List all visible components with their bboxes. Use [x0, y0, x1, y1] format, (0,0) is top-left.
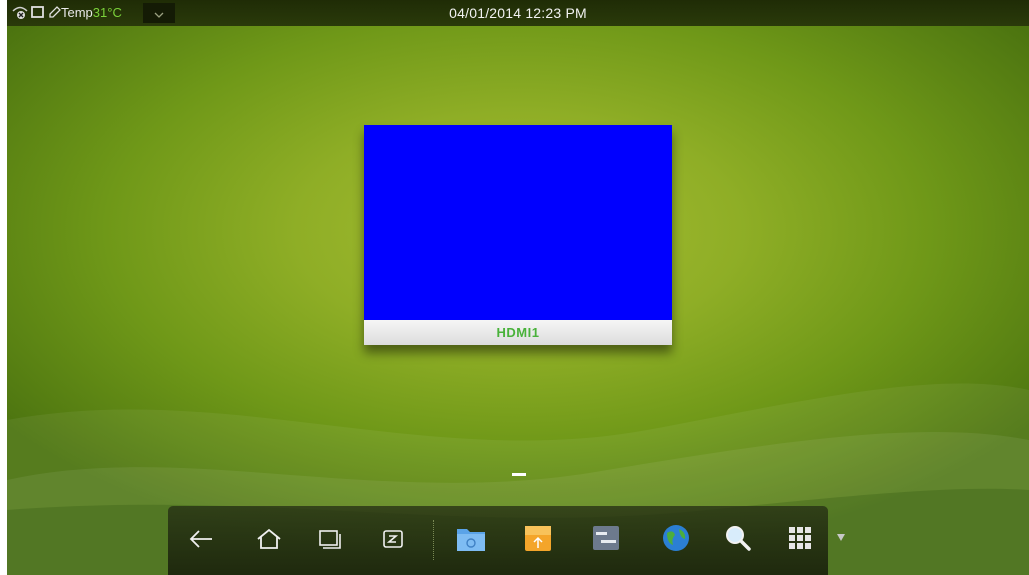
back-button[interactable]: [186, 526, 216, 556]
usb-storage-button[interactable]: [520, 522, 556, 558]
browser-button[interactable]: [658, 522, 694, 558]
source-label-bar[interactable]: HDMI1: [364, 320, 672, 345]
search-button[interactable]: [720, 522, 756, 558]
home-button[interactable]: [254, 526, 284, 556]
input-mode-button[interactable]: [378, 526, 408, 556]
dock-divider: [433, 520, 434, 560]
status-bar: Temp31°C 04/01/2014 12:23 PM: [7, 0, 1029, 26]
usb-storage-icon: [522, 523, 554, 558]
browser-icon: [661, 523, 691, 558]
page-indicator: [512, 473, 526, 476]
file-manager-button[interactable]: [453, 522, 489, 558]
triangle-down-icon: [835, 530, 847, 547]
apps-grid-icon: [788, 526, 812, 555]
date-time: 04/01/2014 12:23 PM: [449, 5, 587, 21]
source-preview[interactable]: [364, 125, 672, 320]
search-icon: [724, 524, 752, 557]
source-card-hdmi1[interactable]: HDMI1: [364, 125, 672, 345]
settings-button[interactable]: [588, 522, 624, 558]
apps-grid-button[interactable]: [782, 522, 818, 558]
recent-apps-icon: [318, 528, 342, 555]
settings-icon: [591, 524, 621, 557]
back-icon: [188, 529, 214, 554]
dock-collapse-button[interactable]: [835, 530, 847, 542]
desktop-background: Temp31°C 04/01/2014 12:23 PM HDMI1: [7, 0, 1029, 575]
source-label: HDMI1: [496, 325, 540, 340]
home-icon: [256, 528, 282, 555]
recent-apps-button[interactable]: [315, 526, 345, 556]
file-manager-icon: [455, 523, 487, 558]
bottom-dock: [168, 506, 828, 575]
input-mode-icon: [382, 529, 404, 554]
